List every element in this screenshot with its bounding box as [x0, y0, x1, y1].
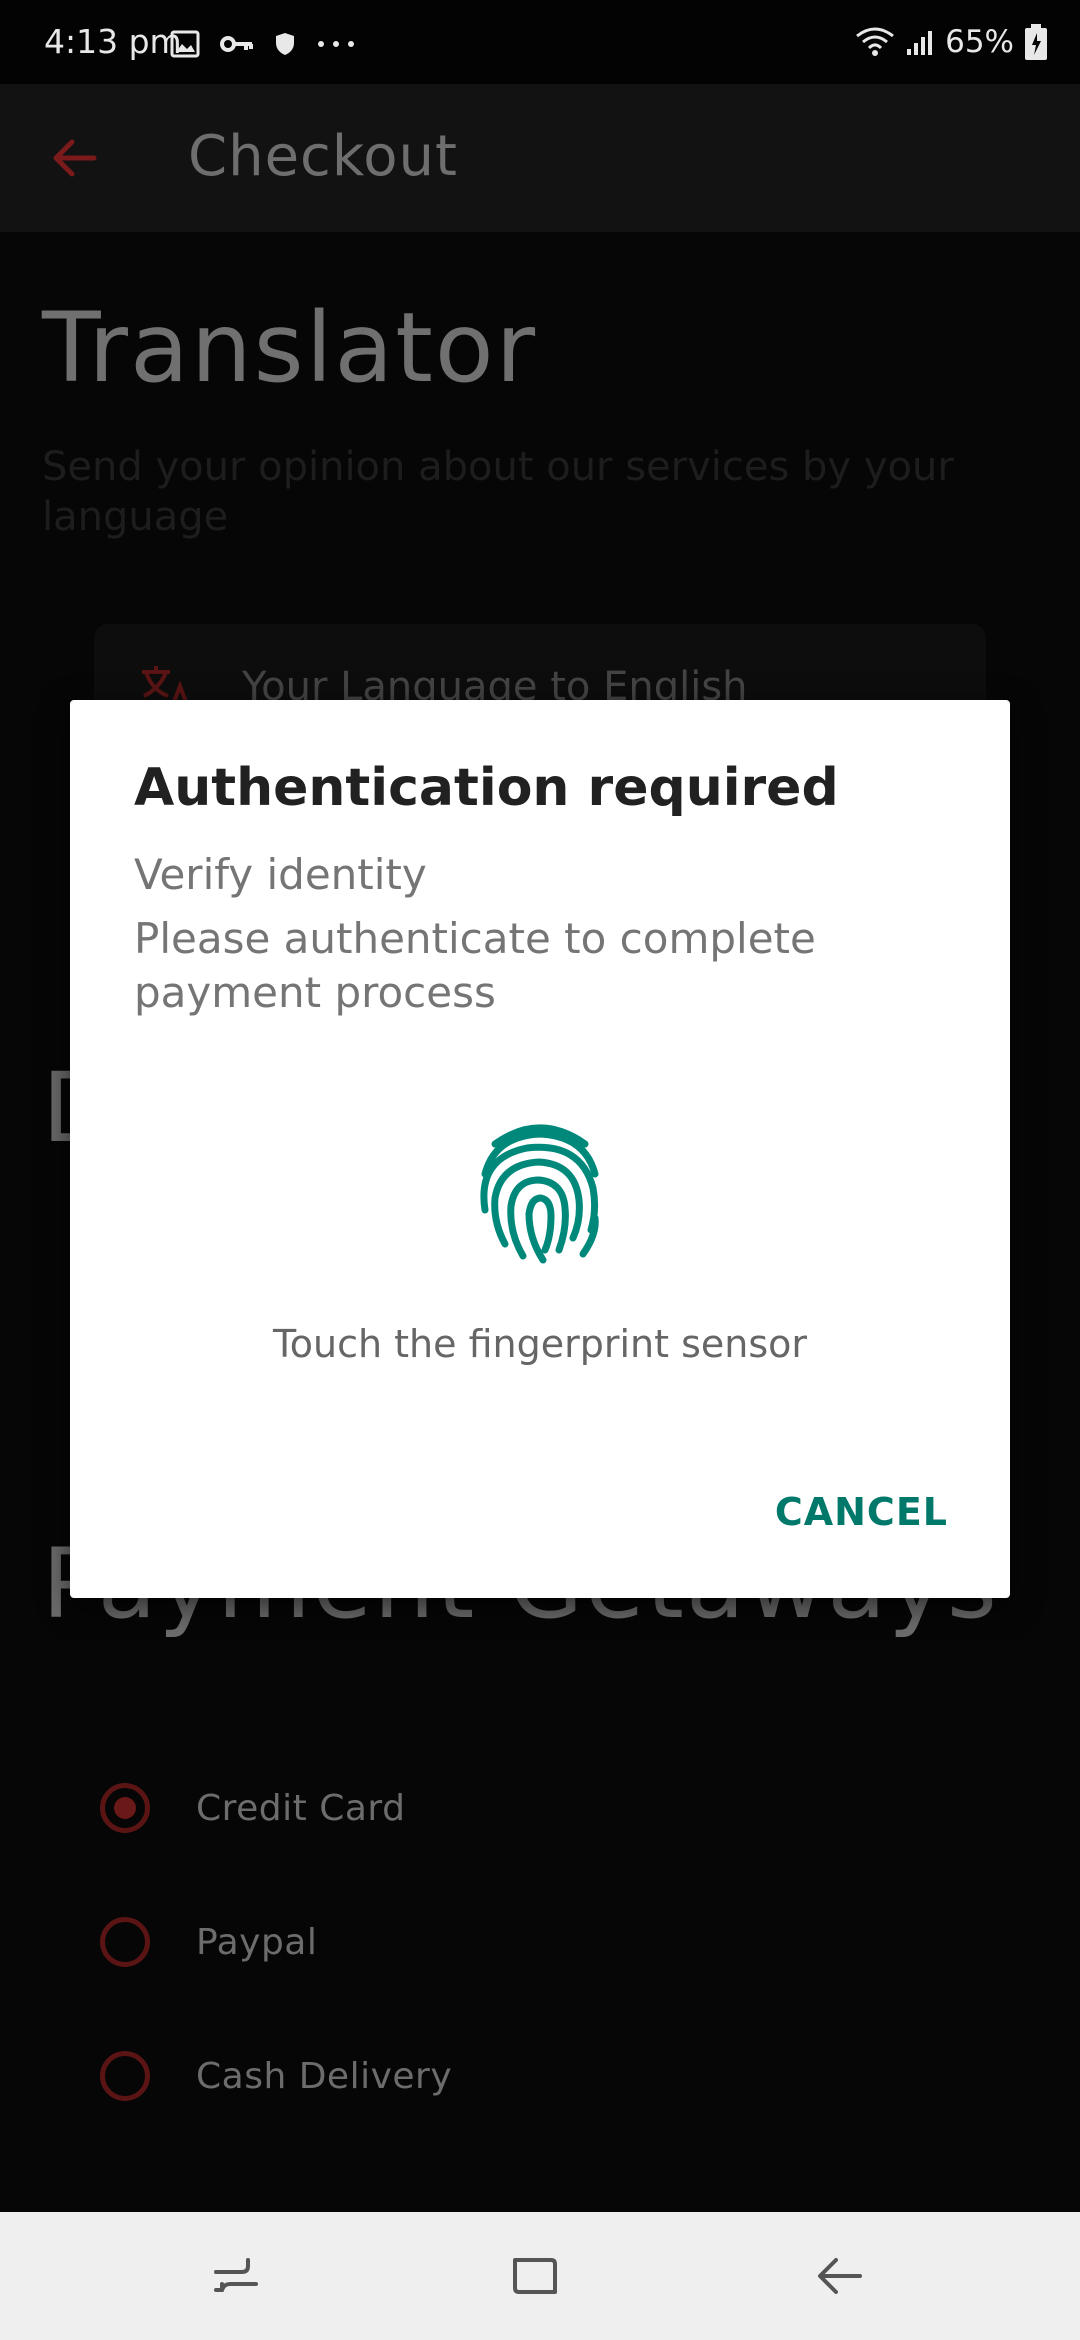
authentication-dialog: Authentication required Verify identity … — [70, 700, 1010, 1598]
radio-button[interactable] — [100, 2051, 150, 2101]
battery-percent: 65% — [945, 24, 1014, 60]
notification-icons — [170, 24, 356, 64]
dialog-subtitle: Verify identity — [134, 850, 427, 899]
recent-apps-icon[interactable] — [206, 2246, 266, 2306]
signal-icon — [907, 31, 933, 55]
payment-option-label: Cash Delivery — [196, 2055, 453, 2097]
fingerprint-hint: Touch the fingerprint sensor — [272, 1322, 808, 1366]
system-icons: 65% — [855, 22, 1048, 62]
payment-option-credit-card[interactable]: Credit Card — [100, 1778, 405, 1838]
radio-button-selected[interactable] — [100, 1783, 150, 1833]
translator-heading: Translator — [42, 292, 538, 404]
navigation-bar — [0, 2212, 1080, 2340]
app-bar: Checkout — [0, 84, 1080, 232]
payment-option-label: Paypal — [196, 1921, 318, 1963]
page-title: Checkout — [188, 124, 458, 189]
shield-icon — [276, 33, 294, 55]
battery-icon — [1025, 24, 1047, 60]
status-time: 4:13 pm — [44, 22, 182, 61]
dialog-description: Please authenticate to complete payment … — [134, 914, 816, 1017]
fingerprint-icon — [480, 1124, 599, 1264]
payment-option-paypal[interactable]: Paypal — [100, 1912, 317, 1972]
cancel-button[interactable]: CANCEL — [775, 1490, 948, 1534]
dialog-title: Authentication required — [134, 758, 839, 818]
payment-option-label: Credit Card — [196, 1787, 406, 1829]
more-icon — [318, 41, 354, 47]
wifi-icon — [856, 27, 895, 56]
radio-button[interactable] — [100, 1917, 150, 1967]
home-icon[interactable] — [505, 2246, 565, 2306]
translator-subtitle: Send your opinion about our services by … — [42, 444, 954, 540]
image-icon — [170, 30, 200, 58]
status-bar: 4:13 pm 65% — [0, 0, 1080, 84]
payment-option-cash-delivery[interactable]: Cash Delivery — [100, 2046, 452, 2106]
back-arrow-icon[interactable] — [44, 128, 104, 188]
key-icon — [220, 36, 253, 52]
back-icon[interactable] — [810, 2246, 870, 2306]
